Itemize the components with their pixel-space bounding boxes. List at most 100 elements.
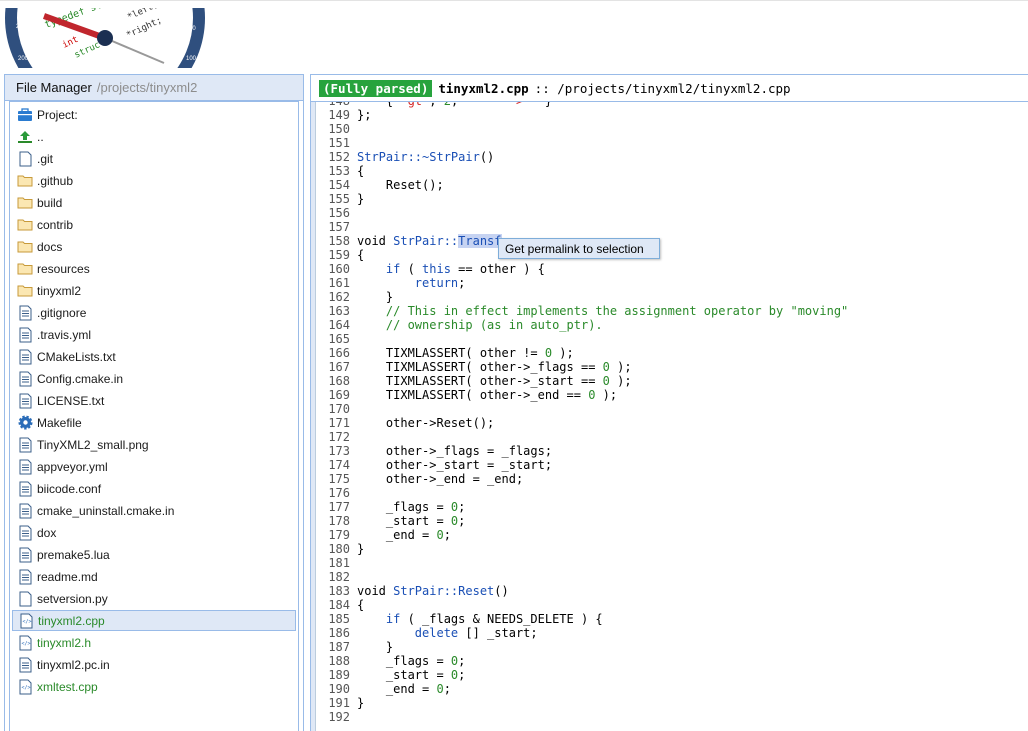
line-number[interactable]: 174 bbox=[319, 458, 350, 472]
folder-item[interactable]: resources bbox=[12, 258, 296, 279]
code-text[interactable]: { bbox=[357, 598, 364, 612]
folder-item[interactable]: .github bbox=[12, 170, 296, 191]
file-item[interactable]: appveyor.yml bbox=[12, 456, 296, 477]
line-number[interactable]: 175 bbox=[319, 472, 350, 486]
folder-item[interactable]: docs bbox=[12, 236, 296, 257]
code-text[interactable]: void StrPair::Transf bbox=[357, 234, 502, 248]
line-number[interactable]: 153 bbox=[319, 164, 350, 178]
code-text[interactable]: // This in effect implements the assignm… bbox=[357, 304, 848, 318]
code-text[interactable]: if ( this == other ) { bbox=[357, 262, 545, 276]
file-item[interactable]: .travis.yml bbox=[12, 324, 296, 345]
line-number[interactable]: 168 bbox=[319, 374, 350, 388]
file-item[interactable]: TinyXML2_small.png bbox=[12, 434, 296, 455]
line-number[interactable]: 191 bbox=[319, 696, 350, 710]
line-number[interactable]: 157 bbox=[319, 220, 350, 234]
file-item[interactable]: Makefile bbox=[12, 412, 296, 433]
line-number[interactable]: 149 bbox=[319, 108, 350, 122]
code-text[interactable]: _start = 0; bbox=[357, 668, 466, 682]
code-text[interactable]: }; bbox=[357, 108, 371, 122]
code-text[interactable]: if ( _flags & NEEDS_DELETE ) { bbox=[357, 612, 603, 626]
line-number[interactable]: 167 bbox=[319, 360, 350, 374]
code-text[interactable]: other->Reset(); bbox=[357, 416, 494, 430]
code-text[interactable]: } bbox=[357, 290, 393, 304]
line-number[interactable]: 162 bbox=[319, 290, 350, 304]
file-item[interactable]: premake5.lua bbox=[12, 544, 296, 565]
line-number[interactable]: 186 bbox=[319, 626, 350, 640]
file-item[interactable]: tinyxml2.pc.in bbox=[12, 654, 296, 675]
file-item[interactable]: .git bbox=[12, 148, 296, 169]
code-text[interactable]: _flags = 0; bbox=[357, 654, 466, 668]
line-number[interactable]: 179 bbox=[319, 528, 350, 542]
line-number[interactable]: 177 bbox=[319, 500, 350, 514]
line-number[interactable]: 159 bbox=[319, 248, 350, 262]
code-text[interactable]: _end = 0; bbox=[357, 682, 451, 696]
line-number[interactable]: 178 bbox=[319, 514, 350, 528]
code-text[interactable]: return; bbox=[357, 276, 466, 290]
file-item[interactable]: .. bbox=[12, 126, 296, 147]
line-number[interactable]: 160 bbox=[319, 262, 350, 276]
file-item[interactable]: .gitignore bbox=[12, 302, 296, 323]
code-text[interactable]: { bbox=[357, 164, 364, 178]
file-item[interactable]: cmake_uninstall.cmake.in bbox=[12, 500, 296, 521]
line-number[interactable]: 152 bbox=[319, 150, 350, 164]
permalink-popup-button[interactable]: Get permalink to selection bbox=[498, 238, 660, 259]
line-number[interactable]: 151 bbox=[319, 136, 350, 150]
line-number[interactable]: 188 bbox=[319, 654, 350, 668]
file-item[interactable]: </> tinyxml2.cpp bbox=[12, 610, 296, 631]
file-item[interactable]: </> xmltest.cpp bbox=[12, 676, 296, 697]
code-text[interactable]: { bbox=[357, 248, 364, 262]
line-number[interactable]: 164 bbox=[319, 318, 350, 332]
folder-item[interactable]: tinyxml2 bbox=[12, 280, 296, 301]
file-item[interactable]: Config.cmake.in bbox=[12, 368, 296, 389]
code-area[interactable]: 148 { "gt", 2, '>' }149};150151152StrPai… bbox=[311, 102, 1028, 731]
line-number[interactable]: 173 bbox=[319, 444, 350, 458]
line-number[interactable]: 166 bbox=[319, 346, 350, 360]
code-text[interactable]: void StrPair::Reset() bbox=[357, 584, 509, 598]
line-number[interactable]: 158 bbox=[319, 234, 350, 248]
code-text[interactable]: // ownership (as in auto_ptr). bbox=[357, 318, 603, 332]
code-text[interactable]: _start = 0; bbox=[357, 514, 466, 528]
code-text[interactable]: TIXMLASSERT( other != 0 ); bbox=[357, 346, 574, 360]
line-number[interactable]: 165 bbox=[319, 332, 350, 346]
line-number[interactable]: 183 bbox=[319, 584, 350, 598]
code-text[interactable]: } bbox=[357, 542, 364, 556]
code-text[interactable]: Reset(); bbox=[357, 178, 444, 192]
line-number[interactable]: 154 bbox=[319, 178, 350, 192]
project-root-item[interactable]: Project: bbox=[12, 104, 296, 125]
line-number[interactable]: 187 bbox=[319, 640, 350, 654]
code-text[interactable]: TIXMLASSERT( other->_flags == 0 ); bbox=[357, 360, 632, 374]
file-item[interactable]: biicode.conf bbox=[12, 478, 296, 499]
code-text[interactable]: } bbox=[357, 640, 393, 654]
line-number[interactable]: 163 bbox=[319, 304, 350, 318]
file-item[interactable]: dox bbox=[12, 522, 296, 543]
code-text[interactable]: { "gt", 2, '>' } bbox=[357, 102, 552, 108]
file-item[interactable]: LICENSE.txt bbox=[12, 390, 296, 411]
file-item[interactable]: setversion.py bbox=[12, 588, 296, 609]
file-item[interactable]: readme.md bbox=[12, 566, 296, 587]
code-text[interactable]: _end = 0; bbox=[357, 528, 451, 542]
line-number[interactable]: 190 bbox=[319, 682, 350, 696]
line-number[interactable]: 184 bbox=[319, 598, 350, 612]
code-text[interactable]: TIXMLASSERT( other->_end == 0 ); bbox=[357, 388, 617, 402]
folder-item[interactable]: build bbox=[12, 192, 296, 213]
code-text[interactable]: other->_end = _end; bbox=[357, 472, 523, 486]
line-number[interactable]: 181 bbox=[319, 556, 350, 570]
code-text[interactable]: } bbox=[357, 192, 364, 206]
line-number[interactable]: 189 bbox=[319, 668, 350, 682]
line-number[interactable]: 185 bbox=[319, 612, 350, 626]
line-number[interactable]: 170 bbox=[319, 402, 350, 416]
folder-item[interactable]: contrib bbox=[12, 214, 296, 235]
code-text[interactable]: } bbox=[357, 696, 364, 710]
line-number[interactable]: 156 bbox=[319, 206, 350, 220]
file-item[interactable]: CMakeLists.txt bbox=[12, 346, 296, 367]
line-number[interactable]: 180 bbox=[319, 542, 350, 556]
line-number[interactable]: 161 bbox=[319, 276, 350, 290]
line-number[interactable]: 192 bbox=[319, 710, 350, 724]
code-text[interactable]: other->_flags = _flags; bbox=[357, 444, 552, 458]
file-item[interactable]: </> tinyxml2.h bbox=[12, 632, 296, 653]
line-number[interactable]: 182 bbox=[319, 570, 350, 584]
line-number[interactable]: 169 bbox=[319, 388, 350, 402]
line-number[interactable]: 155 bbox=[319, 192, 350, 206]
code-text[interactable]: TIXMLASSERT( other->_start == 0 ); bbox=[357, 374, 632, 388]
line-number[interactable]: 150 bbox=[319, 122, 350, 136]
